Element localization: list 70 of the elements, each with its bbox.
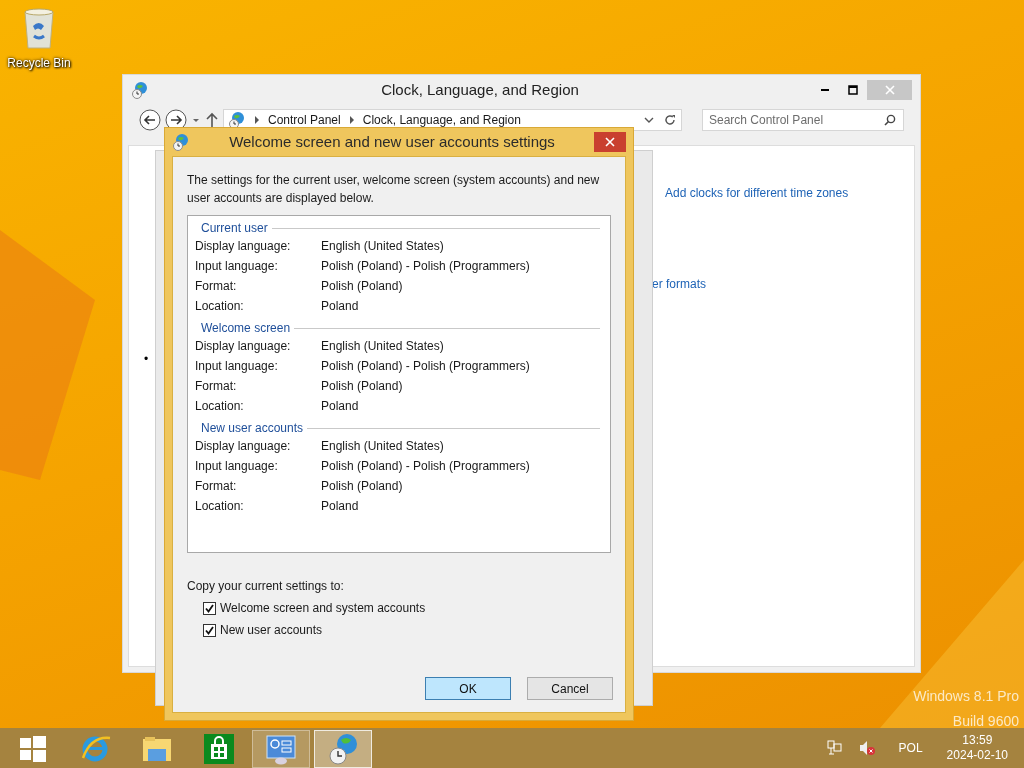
setting-value: Poland	[321, 398, 359, 415]
section-heading: Current user	[200, 220, 269, 236]
refresh-icon[interactable]	[663, 113, 677, 127]
globe-clock-icon	[326, 731, 360, 766]
setting-value: Polish (Poland) - Polish (Programmers)	[321, 358, 530, 375]
cancel-button[interactable]: Cancel	[527, 677, 613, 700]
window-title: Clock, Language, and Region	[381, 79, 579, 100]
setting-value: English (United States)	[321, 338, 444, 355]
copy-label: Copy your current settings to:	[187, 578, 345, 595]
language-indicator[interactable]: POL	[890, 739, 931, 757]
link[interactable]: er formats	[652, 275, 706, 293]
setting-label: Display language:	[195, 438, 292, 455]
recycle-bin-icon[interactable]	[21, 6, 57, 50]
setting-label: Display language:	[195, 238, 292, 255]
bullet: •	[144, 351, 149, 368]
check-icon	[205, 625, 214, 635]
setting-label: Location:	[195, 398, 245, 415]
close-button[interactable]	[594, 131, 626, 152]
globe-clock-icon	[131, 81, 149, 99]
minimize-icon	[821, 89, 829, 91]
setting-label: Location:	[195, 498, 245, 515]
section-heading: New user accounts	[200, 420, 305, 436]
taskbar-button[interactable]	[314, 729, 372, 768]
checkbox[interactable]	[203, 623, 216, 637]
maximize-icon	[848, 85, 858, 95]
setting-label: Input language:	[195, 258, 279, 275]
network-icon[interactable]	[826, 740, 843, 756]
setting-label: Location:	[195, 298, 245, 315]
dropdown-icon[interactable]	[643, 115, 655, 125]
setting-value: Poland	[321, 298, 359, 315]
checkbox-label[interactable]: Welcome screen and system accounts	[220, 599, 426, 617]
close-icon	[605, 136, 615, 147]
setting-label: Format:	[195, 378, 238, 395]
ok-button[interactable]: OK	[425, 677, 511, 700]
breadcrumb-item[interactable]: Control Panel	[268, 111, 341, 129]
link[interactable]: Add clocks for different time zones	[665, 184, 849, 202]
close-icon	[884, 85, 895, 95]
volume-muted-icon[interactable]	[858, 740, 875, 756]
setting-label: Input language:	[195, 458, 279, 475]
search-field[interactable]: Search Control Panel	[702, 109, 904, 131]
setting-value: Polish (Poland)	[321, 278, 403, 295]
back-icon[interactable]	[139, 109, 161, 131]
globe-clock-icon	[172, 133, 190, 151]
setting-value: Polish (Poland)	[321, 478, 403, 495]
setting-value: Polish (Poland) - Polish (Programmers)	[321, 258, 530, 275]
setting-value: Poland	[321, 498, 359, 515]
chevron-icon	[348, 116, 355, 124]
search-icon[interactable]	[884, 114, 896, 126]
dialog-title: Welcome screen and new user accounts settings	[229, 131, 555, 152]
setting-label: Format:	[195, 478, 238, 495]
clock-date[interactable]: 2024-02-10	[946, 748, 1008, 763]
setting-value: Polish (Poland) - Polish (Programmers)	[321, 458, 530, 475]
watermark-text: Windows 8.1 Pro	[913, 687, 1019, 706]
store-icon	[202, 731, 236, 766]
up-arrow-icon[interactable]	[205, 112, 219, 128]
setting-value: English (United States)	[321, 438, 444, 455]
checkbox-label[interactable]: New user accounts	[220, 621, 323, 639]
chevron-icon	[254, 116, 260, 124]
clock-time[interactable]: 13:59	[962, 733, 993, 748]
setting-label: Display language:	[195, 338, 292, 355]
description-text: The settings for the current user, welcome screen (system accounts) and new user accounts are displayed below.	[187, 172, 601, 207]
setting-label: Format:	[195, 278, 238, 295]
breadcrumb-item[interactable]: Clock, Language, and Region	[362, 111, 521, 129]
setting-value: Polish (Poland)	[321, 378, 403, 395]
section-heading: Welcome screen	[200, 320, 292, 336]
checkbox[interactable]	[203, 601, 216, 615]
watermark-text: Build 9600	[951, 712, 1019, 731]
check-icon	[205, 603, 214, 613]
setting-label: Input language:	[195, 358, 279, 375]
setting-value: English (United States)	[321, 238, 444, 255]
